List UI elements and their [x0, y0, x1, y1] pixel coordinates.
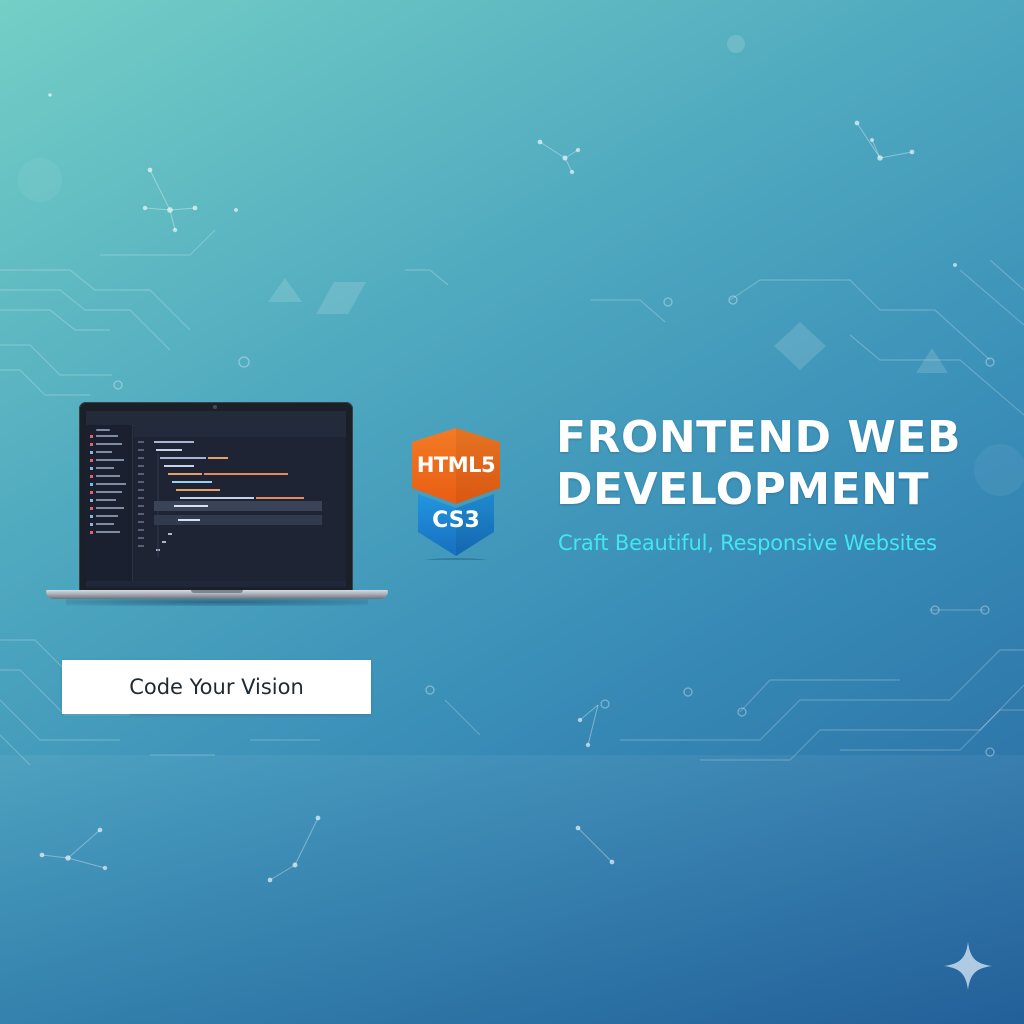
file-explorer-sidebar [86, 425, 133, 587]
badge-html5-label: HTML5 [416, 453, 496, 477]
file-tree-lines [90, 429, 126, 534]
badge-shield-icon [412, 428, 500, 568]
laptop-camera [213, 405, 217, 409]
title-line-1: FRONTEND WEB [556, 412, 962, 463]
page-subtitle: Craft Beautiful, Responsive Websites [558, 531, 937, 555]
html5-css3-badge: HTML5 CS3 [408, 428, 504, 568]
editor-tabs [134, 425, 346, 437]
laptop-notch [191, 590, 243, 593]
laptop-lid [79, 402, 353, 592]
editor-statusbar [86, 581, 346, 587]
editor-titlebar [86, 411, 346, 426]
code-editor-pane [134, 425, 346, 587]
page-title: FRONTEND WEB DEVELOPMENT [556, 412, 996, 516]
badge-css3-label: CS3 [432, 508, 480, 533]
code-lines [138, 441, 322, 557]
laptop-icon [46, 402, 388, 606]
sparkle-icon [944, 942, 992, 990]
laptop-shadow [66, 598, 368, 606]
code-editor-screen [86, 411, 346, 587]
code-your-vision-button[interactable]: Code Your Vision [62, 660, 371, 714]
title-line-2: DEVELOPMENT [556, 464, 929, 515]
